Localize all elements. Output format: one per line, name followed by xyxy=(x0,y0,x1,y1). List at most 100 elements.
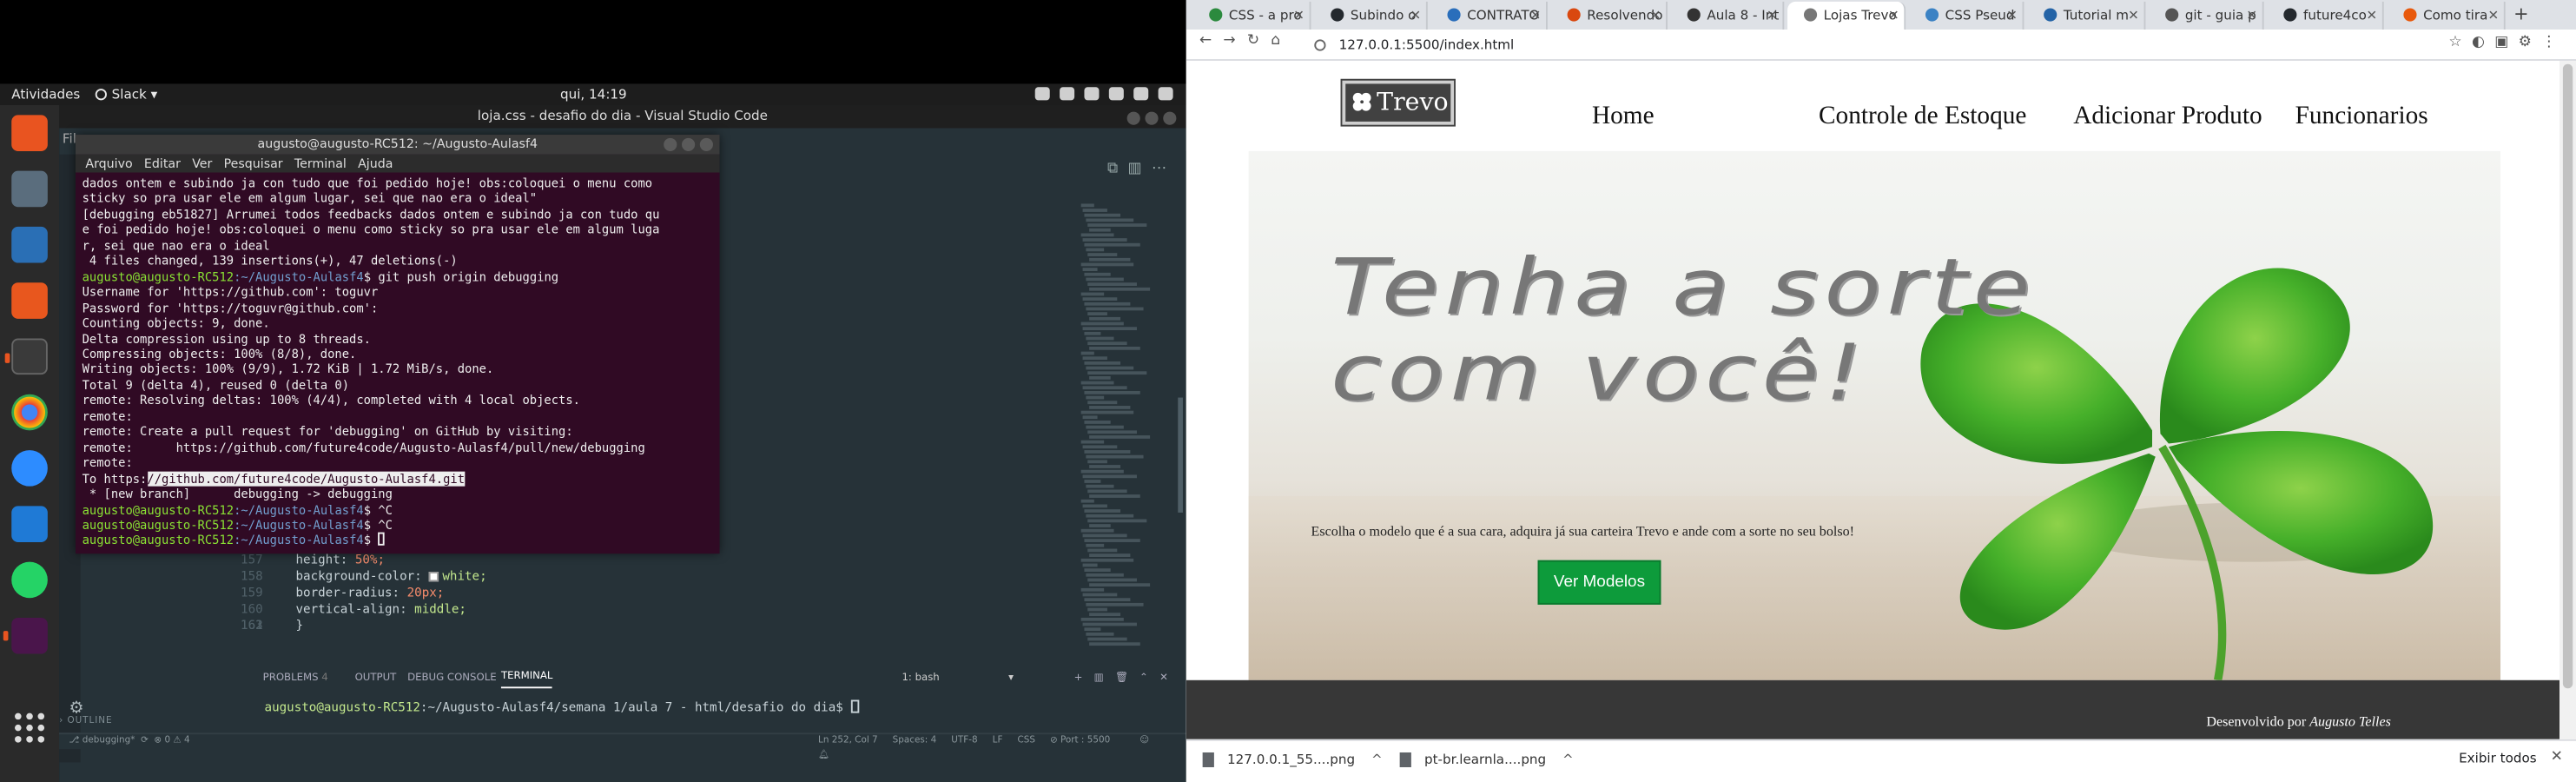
whatsapp-icon[interactable] xyxy=(11,561,48,599)
bookmark-star-icon[interactable]: ☆ xyxy=(2448,35,2472,51)
ver-modelos-button[interactable]: Ver Modelos xyxy=(1537,560,1661,605)
tab-close-icon[interactable]: ✕ xyxy=(1767,2,1778,30)
system-tray[interactable] xyxy=(1025,83,1173,105)
clock[interactable]: qui, 14:19 xyxy=(560,83,627,105)
browser-tab[interactable]: git - guia p ✕ xyxy=(2149,1,2264,30)
indent-setting[interactable]: Spaces: 4 xyxy=(893,736,937,746)
extension-2-icon[interactable]: ⚙ xyxy=(2519,35,2542,51)
forward-icon[interactable]: → xyxy=(1223,33,1247,50)
settings-icon[interactable] xyxy=(1060,87,1075,101)
app-menu-slack[interactable]: Slack ▾ xyxy=(95,83,157,105)
tab-close-icon[interactable]: ✕ xyxy=(2246,2,2257,30)
tab-close-icon[interactable]: ✕ xyxy=(2487,2,2499,30)
wifi-icon[interactable] xyxy=(1108,87,1124,101)
terminal-select[interactable]: 1: bash ▾ xyxy=(902,667,1033,690)
tab-debug-console[interactable]: DEBUG CONSOLE xyxy=(407,667,497,690)
terminal-close-button[interactable] xyxy=(699,137,713,151)
terminal-menu-ajuda[interactable]: Ajuda xyxy=(358,156,393,171)
vpn-icon[interactable] xyxy=(1084,87,1100,101)
writer-icon[interactable] xyxy=(11,226,48,263)
address-bar[interactable]: 127.0.0.1:5500/index.html xyxy=(1314,35,1514,56)
tab-close-icon[interactable]: ✕ xyxy=(2006,2,2018,30)
tab-close-icon[interactable]: ✕ xyxy=(2128,2,2139,30)
terminal-menu-arquivo[interactable]: Arquivo xyxy=(85,156,132,171)
tab-problems[interactable]: PROBLEMS 4 xyxy=(263,667,328,690)
home-icon[interactable]: ⌂ xyxy=(1271,33,1291,50)
vscode-menu-file[interactable]: Fil xyxy=(63,131,76,146)
eol[interactable]: LF xyxy=(993,736,1003,746)
nav-adicionar-produto[interactable]: Adicionar Produto xyxy=(2073,102,2262,131)
vscode-icon[interactable] xyxy=(11,506,48,542)
network-icon[interactable] xyxy=(1034,87,1050,101)
chevron-up-icon[interactable]: ^ xyxy=(1371,752,1383,767)
cursor-position[interactable]: Ln 252, Col 7 xyxy=(818,736,878,746)
site-info-icon[interactable] xyxy=(1314,39,1326,51)
show-apps-icon[interactable] xyxy=(11,710,48,746)
tab-close-icon[interactable]: ✕ xyxy=(2366,2,2377,30)
tab-close-icon[interactable]: ✕ xyxy=(1293,2,1305,30)
tab-terminal[interactable]: TERMINAL xyxy=(500,667,553,689)
browser-tab[interactable]: CSS Pseud ✕ xyxy=(1909,1,2024,30)
encoding[interactable]: UTF-8 xyxy=(951,736,977,746)
editor-scrollbar[interactable] xyxy=(1178,397,1183,513)
browser-tab[interactable]: Aula 8 - Int ✕ xyxy=(1671,1,1785,30)
git-branch[interactable]: debugging* xyxy=(83,736,135,746)
slack-icon[interactable] xyxy=(3,617,48,654)
page-scrollbar[interactable] xyxy=(2559,60,2576,739)
close-icon[interactable]: ✕ xyxy=(2551,749,2563,765)
language-mode[interactable]: CSS xyxy=(1017,736,1034,746)
volume-icon[interactable] xyxy=(1133,87,1149,101)
browser-tab[interactable]: future4co ✕ xyxy=(2267,1,2384,30)
editor-actions[interactable]: ⧉▥⋯ xyxy=(1107,161,1176,177)
status-right[interactable]: Ln 252, Col 7 Spaces: 4 UTF-8 LF CSS ⊘ Port :… xyxy=(818,734,1186,764)
tab-close-icon[interactable]: ✕ xyxy=(1888,2,1899,30)
download-item[interactable]: 127.0.0.1_55....png ^ xyxy=(1202,752,1383,768)
integrated-terminal[interactable]: augusto@augusto-RC512:~/Augusto-Aulasf4/… xyxy=(265,699,859,714)
firefox-icon[interactable] xyxy=(11,115,48,151)
browser-tab[interactable]: CSS - a pro ✕ xyxy=(1192,1,1311,30)
nav-home[interactable]: Home xyxy=(1592,102,1655,131)
back-icon[interactable]: ← xyxy=(1199,33,1224,50)
manage-gear-icon[interactable]: ⚙ xyxy=(69,699,83,718)
files-icon[interactable] xyxy=(11,170,48,208)
tab-close-icon[interactable]: ✕ xyxy=(1650,2,1661,30)
download-item[interactable]: pt-br.learnla....png ^ xyxy=(1399,752,1574,768)
nav-funcionarios[interactable]: Funcionarios xyxy=(2295,102,2428,131)
software-center-icon[interactable] xyxy=(11,282,48,319)
browser-tab[interactable]: Lojas Trevo ✕ xyxy=(1787,1,1906,30)
chrome-icon[interactable] xyxy=(11,394,48,431)
close-button[interactable] xyxy=(1163,111,1177,125)
code-editor[interactable]: 157 height: 50%; 158 background-color: whit… xyxy=(241,552,487,634)
power-icon[interactable] xyxy=(1158,87,1173,101)
browser-tab[interactable]: Como tira ✕ xyxy=(2387,1,2506,30)
minimap[interactable] xyxy=(1080,203,1151,746)
feedback-icon[interactable]: ☺ xyxy=(1139,736,1149,746)
chevron-up-icon[interactable]: ^ xyxy=(1562,752,1574,767)
terminal-minimize-button[interactable] xyxy=(664,137,677,151)
scrollbar-thumb[interactable] xyxy=(2562,63,2573,689)
nav-buttons[interactable]: ←→↻⌂ xyxy=(1199,33,1292,50)
tab-output[interactable]: OUTPUT xyxy=(355,667,397,690)
outline-section[interactable]: › OUTLINE xyxy=(59,716,112,726)
terminal-maximize-button[interactable] xyxy=(682,137,696,151)
extension-icon[interactable]: ◐ xyxy=(2472,35,2494,51)
terminal-output[interactable]: dados ontem e subindo ja con tudo que fo… xyxy=(83,176,707,550)
terminal-menu-pesquisar[interactable]: Pesquisar xyxy=(224,156,283,171)
toolbar-actions[interactable]: ☆◐▣⚙⋮ xyxy=(2448,35,2566,51)
maximize-button[interactable] xyxy=(1145,111,1159,125)
minimize-button[interactable] xyxy=(1126,111,1140,125)
site-logo[interactable]: Trevo xyxy=(1340,78,1456,127)
panel-actions[interactable]: +▥🗑︎⌃✕ xyxy=(1074,667,1180,690)
show-all-downloads-button[interactable]: Exibir todos xyxy=(2459,751,2537,765)
terminal-menu-terminal[interactable]: Terminal xyxy=(294,156,347,171)
reload-icon[interactable]: ↻ xyxy=(1247,33,1271,50)
activities-button[interactable]: Atividades xyxy=(11,83,80,105)
translate-icon[interactable]: ▣ xyxy=(2494,35,2518,51)
terminal-menu-editar[interactable]: Editar xyxy=(144,156,181,171)
browser-tab[interactable]: Tutorial m ✕ xyxy=(2027,1,2146,30)
status-left[interactable]: ⎇ debugging* ⟳ ⊗ 0 ⚠ 4 xyxy=(69,734,189,749)
browser-tab[interactable]: CONTRATO ✕ xyxy=(1431,1,1548,30)
browser-tab[interactable]: Resolvendo ✕ xyxy=(1551,1,1668,30)
zoom-icon[interactable] xyxy=(11,450,48,487)
menu-icon[interactable]: ⋮ xyxy=(2541,35,2566,51)
